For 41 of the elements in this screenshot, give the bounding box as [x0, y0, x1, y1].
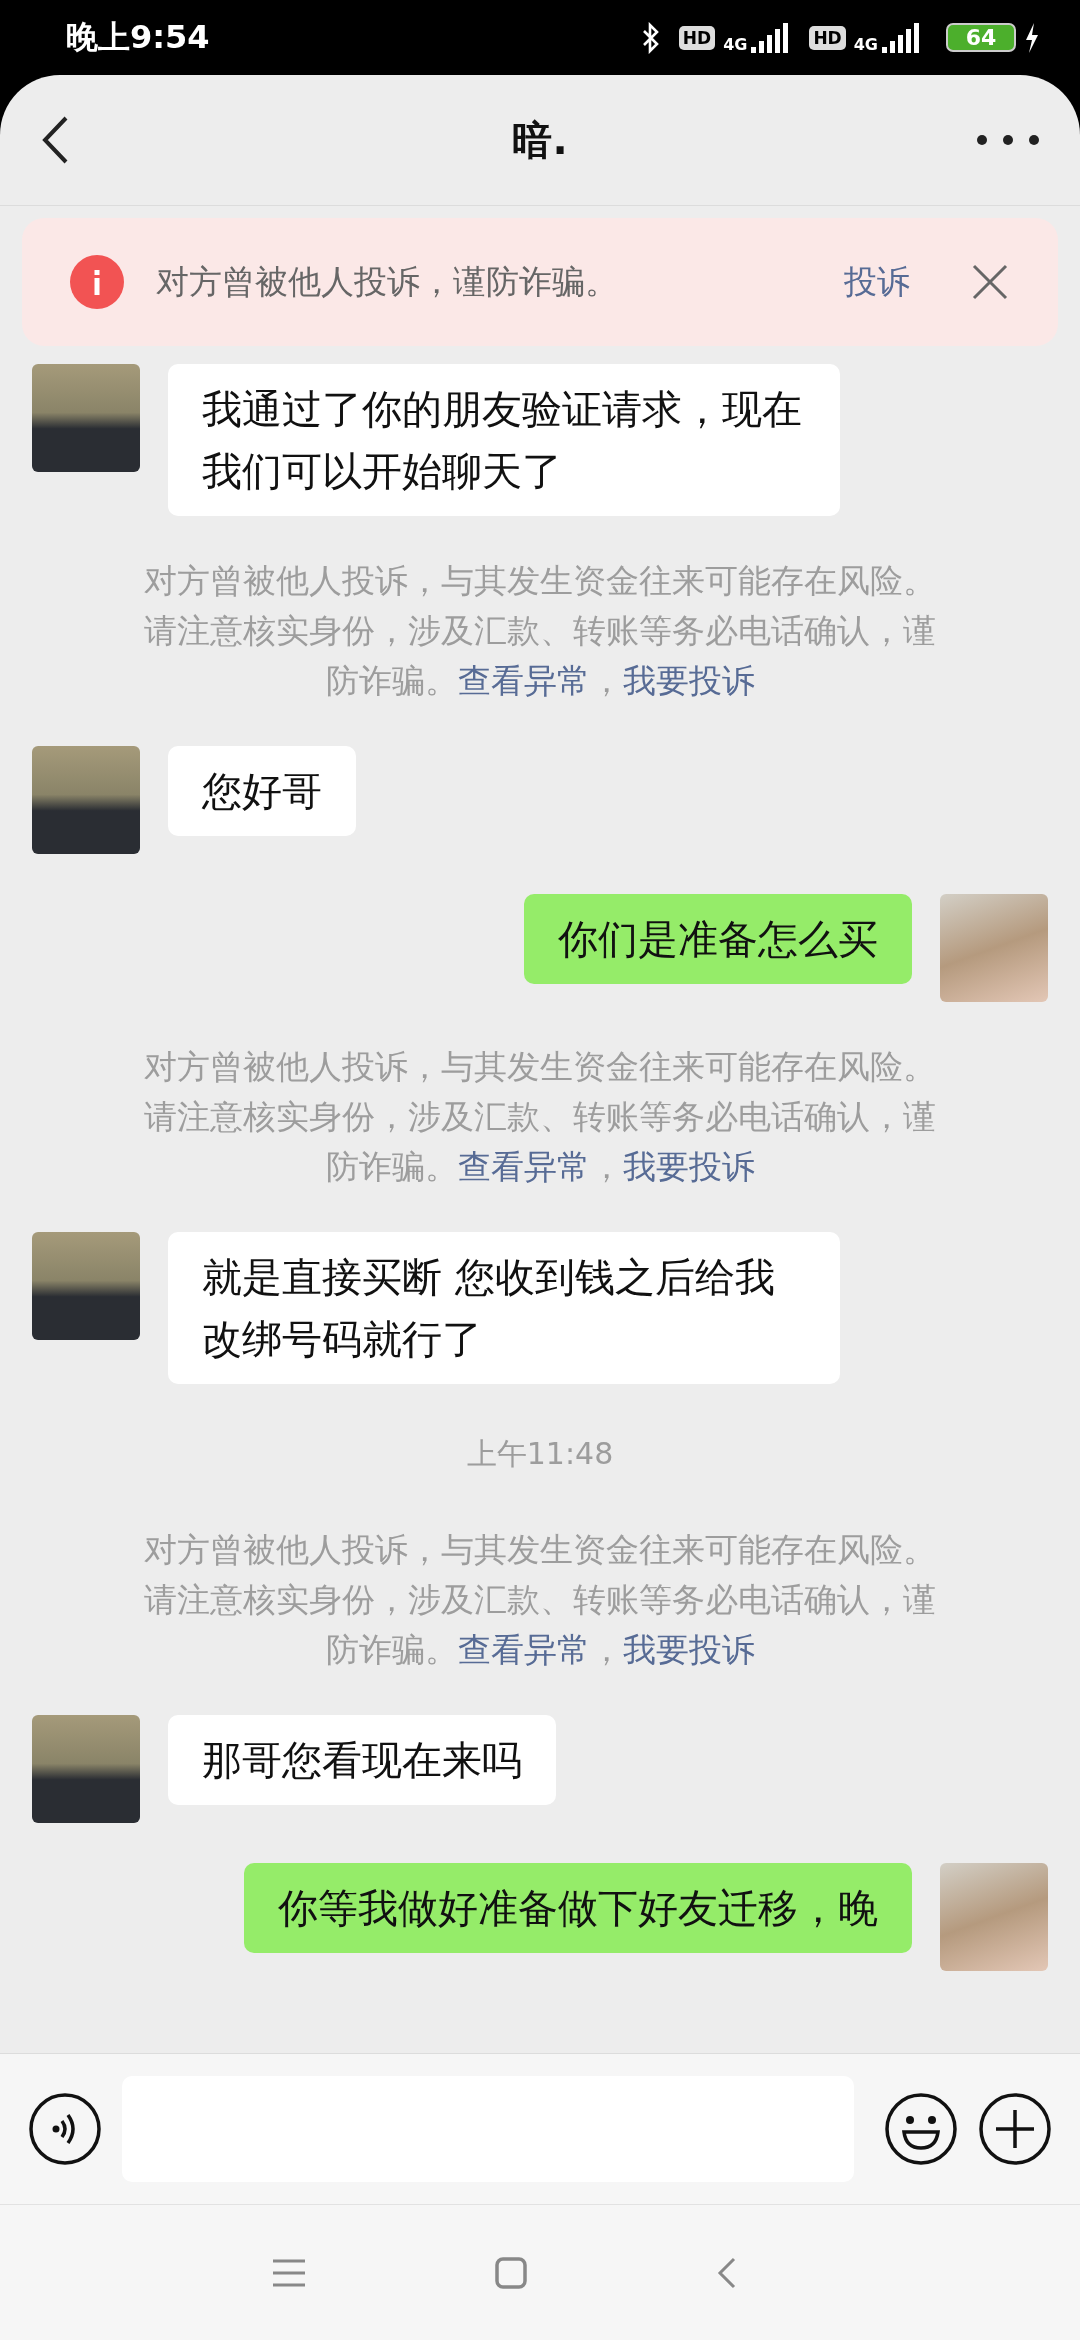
- avatar-photo-placeholder[interactable]: [32, 364, 140, 472]
- charging-icon: [1024, 22, 1040, 53]
- menu-icon[interactable]: [273, 2257, 305, 2288]
- message-bubble: 您好哥: [168, 746, 356, 836]
- risk-notice: 对方曾被他人投诉，与其发生资金往来可能存在风险。请注意核实身份，涉及汇款、转账等务必电话确认，谨防诈骗。查看异常，我要投诉: [143, 1046, 937, 1188]
- battery-indicator: 64: [946, 23, 1016, 52]
- message-bubble: 你等我做好准备做下好友迁移，晚: [244, 1863, 912, 1953]
- avatar-photo-placeholder[interactable]: [32, 746, 140, 854]
- notice-link[interactable]: 我要投诉: [622, 1147, 755, 1186]
- status-time: 晚上9:54: [66, 16, 210, 58]
- message-bubble: 你们是准备怎么买: [524, 894, 912, 984]
- chat-title: 暗.: [512, 115, 568, 165]
- message-bubble: 那哥您看现在来吗: [168, 1715, 556, 1805]
- network-type: 4G: [723, 35, 748, 54]
- message-bubble: 就是直接买断 您收到钱之后给我改绑号码就行了: [168, 1232, 840, 1384]
- warning-text: 对方曾被他人投诉，谨防诈骗。: [156, 260, 619, 303]
- bluetooth-icon: [640, 21, 661, 54]
- network-type: 4G: [853, 35, 878, 54]
- signal-icon: [882, 22, 922, 53]
- risk-notice: 对方曾被他人投诉，与其发生资金往来可能存在风险。请注意核实身份，涉及汇款、转账等务必电话确认，谨防诈骗。查看异常，我要投诉: [143, 1529, 937, 1671]
- report-link[interactable]: 投诉: [844, 259, 910, 305]
- notice-link[interactable]: 我要投诉: [622, 661, 755, 700]
- notice-link[interactable]: 查看异常: [457, 661, 590, 700]
- notice-link[interactable]: 查看异常: [457, 1630, 590, 1669]
- timestamp: 上午11:48: [466, 1435, 614, 1473]
- risk-notice: 对方曾被他人投诉，与其发生资金往来可能存在风险。请注意核实身份，涉及汇款、转账等务必电话确认，谨防诈骗。查看异常，我要投诉: [143, 560, 937, 702]
- avatar-photo-placeholder[interactable]: [32, 1715, 140, 1823]
- avatar-photo-placeholder[interactable]: [32, 1232, 140, 1340]
- hd-badge: HD: [809, 25, 846, 50]
- back-icon[interactable]: [40, 115, 70, 165]
- hd-badge: HD: [678, 25, 716, 50]
- notice-link[interactable]: 查看异常: [457, 1147, 590, 1186]
- voice-icon[interactable]: [28, 2092, 102, 2166]
- home-icon[interactable]: [495, 2256, 527, 2289]
- plus-icon[interactable]: [978, 2092, 1052, 2166]
- emoji-icon[interactable]: [884, 2092, 958, 2166]
- more-icon[interactable]: [976, 134, 1040, 146]
- alert-icon: [70, 255, 124, 309]
- close-icon[interactable]: [972, 264, 1008, 300]
- message-bubble: 我通过了你的朋友验证请求，现在我们可以开始聊天了: [168, 364, 840, 516]
- notice-link[interactable]: 我要投诉: [622, 1630, 755, 1669]
